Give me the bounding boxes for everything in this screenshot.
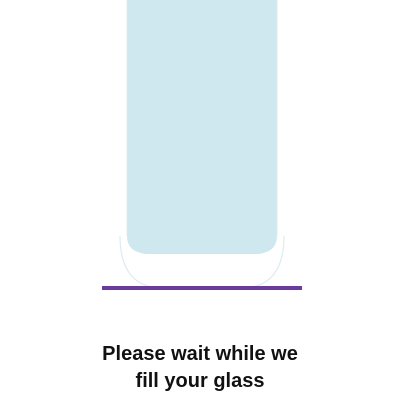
status-message-line-1: Please wait while we bbox=[102, 343, 298, 365]
status-message-line-2: fill your glass bbox=[135, 370, 265, 392]
liquid-column bbox=[127, 0, 277, 254]
glass-base-line bbox=[102, 286, 302, 290]
status-message: Please wait while we fill your glass bbox=[0, 341, 400, 395]
glass-icon bbox=[119, 0, 285, 289]
filling-screen: Please wait while we fill your glass bbox=[0, 0, 400, 401]
